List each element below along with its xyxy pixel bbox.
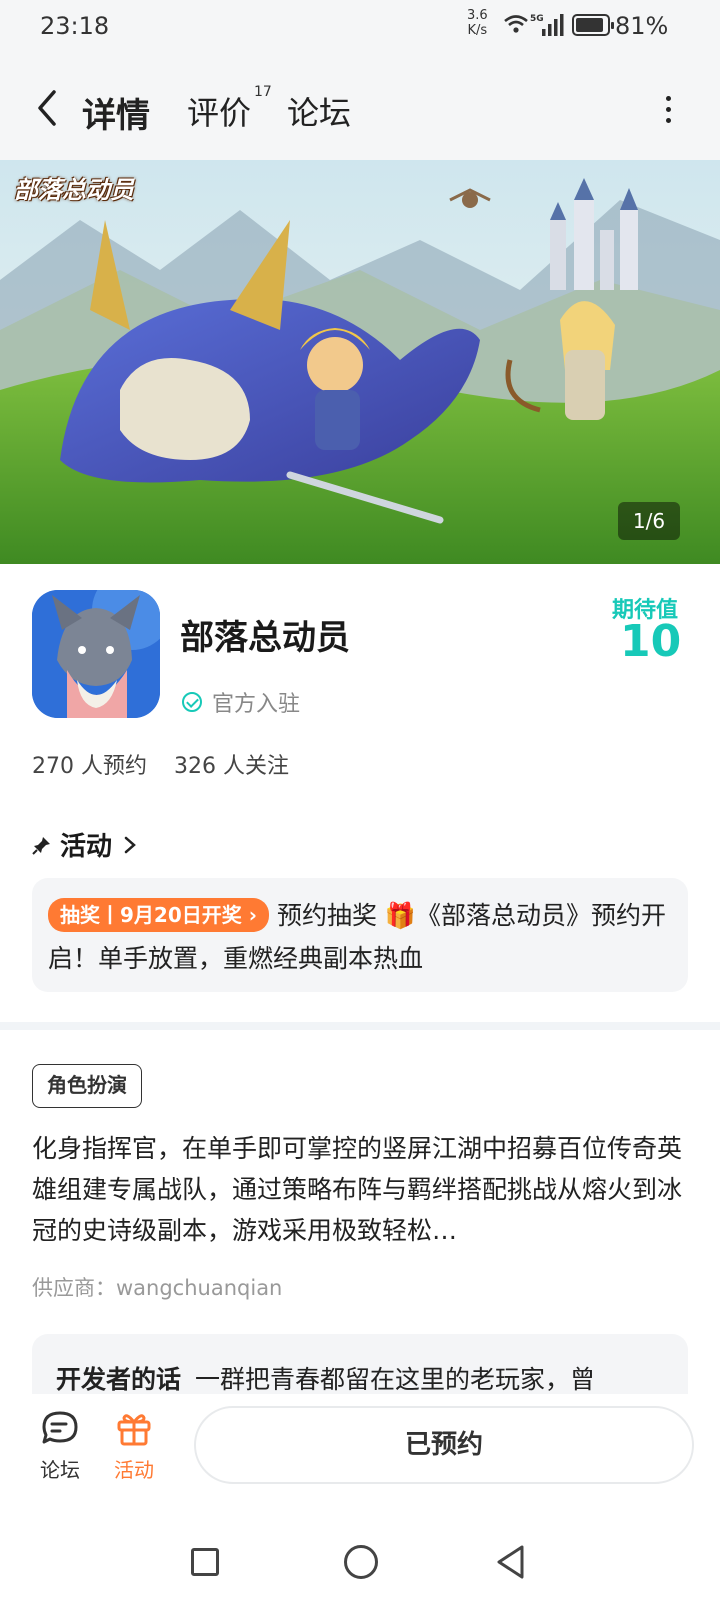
tab-forum-label: 论坛: [287, 94, 352, 132]
battery-icon: [572, 14, 614, 36]
more-options-icon[interactable]: [664, 96, 672, 124]
follower-count: 326 人关注: [174, 754, 289, 779]
network-speed-value: 3.6: [467, 8, 488, 23]
expectation-score: 10: [620, 616, 682, 667]
banner-artwork: [0, 160, 720, 564]
game-description[interactable]: 化身指挥官，在单手即可掌控的竖屏江湖中招募百位传奇英雄组建专属战队，通过策略布阵…: [32, 1128, 692, 1251]
top-nav: 详情 评价 17 论坛: [0, 56, 720, 160]
battery-percent: 81%: [615, 12, 669, 40]
bottom-activity-label: 活动: [114, 1458, 154, 1482]
tab-detail[interactable]: 详情: [82, 88, 150, 137]
tab-reviews-label: 评价: [187, 94, 252, 132]
bottom-forum-button[interactable]: 论坛: [30, 1408, 90, 1483]
lottery-tag-label: 抽奖丨9月20日开奖: [60, 903, 242, 927]
bottom-activity-button[interactable]: 活动: [104, 1408, 164, 1483]
genre-tag[interactable]: 角色扮演: [32, 1064, 142, 1108]
gift-icon: [117, 1414, 151, 1446]
recent-apps-icon[interactable]: [191, 1548, 219, 1576]
official-label: 官方入驻: [212, 692, 301, 717]
signal-5g-label: 5G: [530, 14, 544, 24]
back-arrow-icon[interactable]: [32, 86, 64, 130]
activity-title: 活动: [60, 832, 113, 862]
app-name: 部落总动员: [180, 618, 350, 658]
bottom-forum-label: 论坛: [40, 1458, 80, 1482]
lottery-tag[interactable]: 抽奖丨9月20日开奖 ›: [48, 898, 269, 932]
network-speed: 3.6 K/s: [467, 8, 488, 38]
developer-notes-card[interactable]: 开发者的话 一群把青春都留在这里的老玩家，曾: [32, 1334, 688, 1394]
bottom-action-bar: 论坛 活动 已预约: [0, 1394, 720, 1508]
app-icon: [32, 590, 160, 718]
home-icon[interactable]: [344, 1545, 378, 1579]
network-speed-unit: K/s: [467, 23, 488, 38]
activity-section-header[interactable]: 活动: [32, 826, 140, 863]
tab-reviews[interactable]: 评价: [187, 88, 251, 134]
wifi-icon: [504, 15, 528, 33]
official-badge: 官方入驻: [182, 686, 300, 718]
supplier-label: 供应商：wangchuanqian: [32, 1276, 283, 1300]
developer-notes-title: 开发者的话: [56, 1365, 182, 1394]
activity-card[interactable]: 抽奖丨9月20日开奖 › 预约抽奖 🎁《部落总动员》预约开启！单手放置，重燃经典副…: [32, 878, 688, 992]
pin-icon: [32, 836, 50, 855]
app-stats: 270 人预约 326 人关注: [32, 748, 309, 780]
screenshot-banner[interactable]: 部落总动员 1/6: [0, 160, 720, 564]
banner-page-counter: 1/6: [618, 502, 680, 540]
forum-chat-icon: [42, 1411, 78, 1444]
verified-check-icon: [182, 692, 202, 712]
developer-notes-text: 一群把青春都留在这里的老玩家，曾: [195, 1365, 596, 1394]
section-divider: [0, 1022, 720, 1030]
chevron-right-icon: [124, 836, 136, 853]
tab-detail-label: 详情: [82, 96, 150, 136]
tab-forum[interactable]: 论坛: [287, 88, 351, 134]
clock: 23:18: [40, 12, 110, 40]
reservation-count: 270 人预约: [32, 754, 147, 779]
reserved-button[interactable]: 已预约: [194, 1406, 694, 1484]
review-count-badge: 17: [254, 84, 272, 100]
banner-game-logo: 部落总动员: [14, 176, 134, 204]
system-nav-bar: [0, 1508, 720, 1612]
cell-signal-icon: 5G: [530, 14, 564, 36]
system-back-icon[interactable]: [495, 1544, 527, 1580]
status-bar: 23:18 3.6 K/s 5G 81%: [0, 0, 720, 56]
